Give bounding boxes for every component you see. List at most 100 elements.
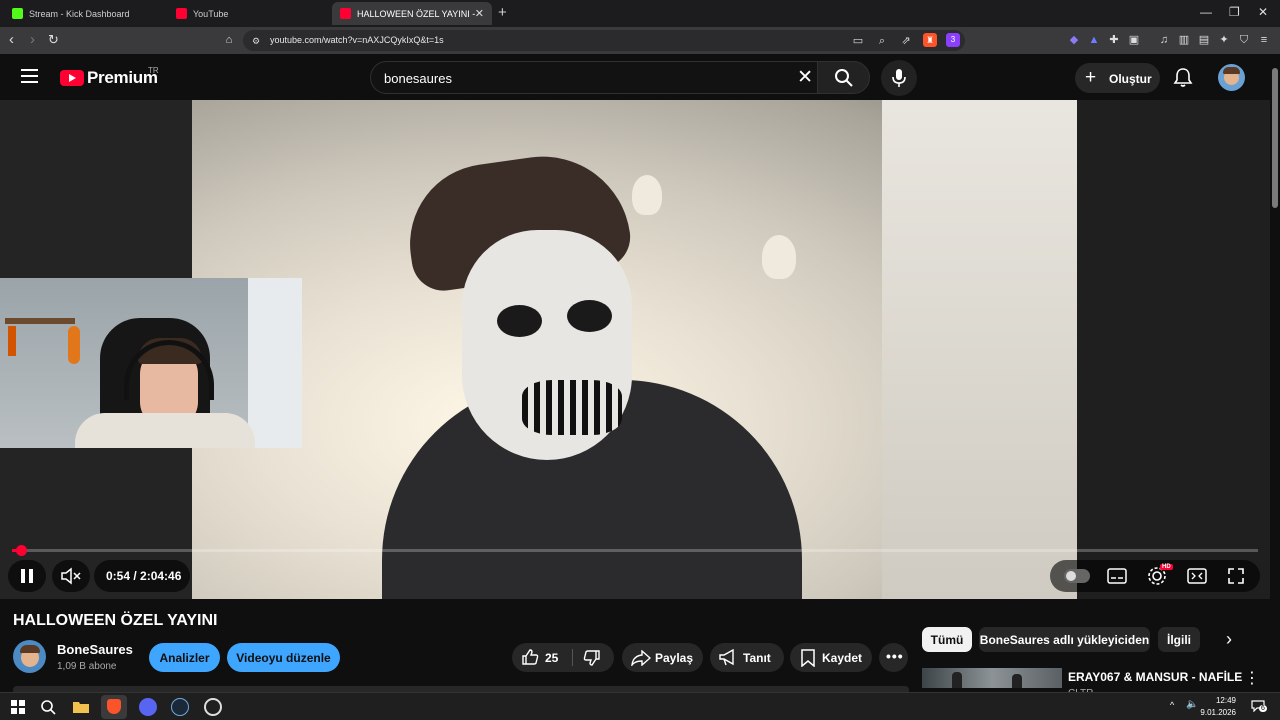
music-icon[interactable]: ♫ <box>1157 33 1171 47</box>
clock-date[interactable]: 9.01.2026 <box>1196 708 1236 717</box>
progress-bar[interactable] <box>12 545 1258 556</box>
shield-icon[interactable]: ⛉ <box>1237 33 1251 47</box>
url-text: youtube.com/watch?v=nAXJCQykIxQ&t=1s <box>270 35 444 45</box>
obs-icon[interactable] <box>204 698 222 716</box>
pause-icon <box>21 569 33 583</box>
pause-button[interactable] <box>8 560 46 592</box>
page-scrollbar[interactable] <box>1270 54 1280 686</box>
sidebar-icon[interactable]: ▥ <box>1177 33 1191 47</box>
more-vertical-icon[interactable]: ⋮ <box>1244 668 1260 688</box>
scrollbar-thumb[interactable] <box>1272 68 1278 208</box>
dislike-button[interactable] <box>573 643 614 672</box>
minimize-button[interactable]: — <box>1200 5 1212 19</box>
chip-all[interactable]: Tümü <box>922 627 972 652</box>
steam-icon[interactable] <box>171 698 189 716</box>
close-tab-icon[interactable]: ✕ <box>475 7 484 20</box>
video-title: HALLOWEEN ÖZEL YAYINI <box>13 612 218 629</box>
clear-search-icon[interactable]: ✕ <box>797 66 813 89</box>
more-horizontal-icon: ••• <box>886 648 904 664</box>
vpn-icon[interactable]: ◆ <box>1067 33 1081 47</box>
like-dislike-group: 25 <box>512 643 614 672</box>
chip-from-uploader[interactable]: BoneSaures adlı yükleyiciden <box>979 627 1150 652</box>
subscriber-count: 1,09 B abone <box>57 661 117 672</box>
wallet-icon[interactable]: ▲ <box>1087 33 1101 47</box>
more-actions-button[interactable]: ••• <box>879 643 908 672</box>
clock-time[interactable]: 12:49 <box>1204 696 1236 705</box>
channel-name[interactable]: BoneSaures <box>57 642 133 657</box>
chevron-right-icon[interactable]: › <box>1226 629 1232 650</box>
site-info-icon[interactable]: ⚙ <box>249 34 263 48</box>
wallet-card-icon[interactable]: ▤ <box>1197 33 1211 47</box>
recommendation-thumbnail[interactable] <box>922 668 1062 688</box>
share-button[interactable]: Paylaş <box>622 643 703 672</box>
hd-badge: HD <box>1160 564 1173 570</box>
autoplay-toggle[interactable] <box>1064 569 1090 583</box>
hamburger-menu-icon[interactable] <box>21 69 38 83</box>
windows-start-icon[interactable] <box>9 698 27 716</box>
brave-rewards-icon[interactable]: 3 <box>946 33 960 47</box>
discord-icon[interactable] <box>139 698 157 716</box>
windows-taskbar: ^ 🔈 12:49 9.01.2026 6 <box>0 692 1280 720</box>
progress-scrubber[interactable] <box>15 545 27 556</box>
reload-button[interactable]: ↻ <box>48 32 59 48</box>
new-tab-button[interactable]: + <box>498 4 507 21</box>
brave-shields-icon[interactable]: ♜ <box>923 33 937 47</box>
save-button[interactable]: Kaydet <box>790 643 872 672</box>
create-button[interactable]: + Oluştur <box>1075 63 1160 93</box>
thumbs-up-icon <box>522 649 539 665</box>
voice-search-button[interactable] <box>881 60 917 96</box>
back-button[interactable]: ‹ <box>9 31 14 48</box>
volume-muted-icon <box>61 567 81 585</box>
tab-label: YouTube <box>193 8 229 19</box>
tray-chevron-up-icon[interactable]: ^ <box>1170 700 1174 710</box>
save-label: Kaydet <box>822 651 863 665</box>
subtitles-icon[interactable] <box>1107 568 1127 584</box>
edit-video-button[interactable]: Videoyu düzenle <box>227 643 340 672</box>
fullscreen-icon[interactable] <box>1227 567 1245 585</box>
notification-center-button[interactable]: 6 <box>1251 699 1267 713</box>
theater-mode-icon[interactable] <box>1187 568 1207 584</box>
zoom-icon[interactable]: ⌕ <box>875 34 889 48</box>
leo-ai-icon[interactable]: ✦ <box>1217 33 1231 47</box>
recommendation-title[interactable]: ERAY067 & MANSUR - NAFİLE <box>1068 670 1242 684</box>
like-button[interactable]: 25 <box>512 643 572 672</box>
create-label: Oluştur <box>1109 72 1152 86</box>
notifications-bell-icon[interactable] <box>1172 66 1194 88</box>
tab-halloween-video[interactable]: HALLOWEEN ÖZEL YAYINI - You ✕ <box>332 2 492 25</box>
youtube-logo-icon[interactable] <box>60 70 84 86</box>
search-icon[interactable] <box>39 698 57 716</box>
share-icon[interactable]: ⇗ <box>899 34 913 48</box>
youtube-icon <box>340 8 351 19</box>
forward-button[interactable]: › <box>30 31 35 48</box>
time-text: 0:54 / 2:04:46 <box>106 569 182 583</box>
tab-kick-dashboard[interactable]: Stream - Kick Dashboard <box>4 2 164 25</box>
file-explorer-icon[interactable] <box>72 698 90 716</box>
tab-youtube[interactable]: YouTube <box>168 2 328 25</box>
restore-button[interactable]: ❐ <box>1229 5 1240 19</box>
address-bar[interactable]: ⚙ youtube.com/watch?v=nAXJCQykIxQ&t=1s ▭… <box>243 30 965 51</box>
video-frame <box>192 100 1077 599</box>
search-icon <box>835 69 853 87</box>
cast-icon[interactable]: ▭ <box>851 34 865 48</box>
bookmark-save-icon <box>801 649 815 667</box>
analytics-button[interactable]: Analizler <box>149 643 220 672</box>
search-input[interactable]: bonesaures ✕ <box>370 61 817 94</box>
search-value: bonesaures <box>384 71 452 86</box>
account-avatar[interactable] <box>1218 64 1245 91</box>
screenshot-icon[interactable]: ▣ <box>1127 33 1141 47</box>
mute-button[interactable] <box>52 560 90 592</box>
brave-taskbar-button[interactable] <box>101 695 127 719</box>
share-label: Paylaş <box>655 651 694 665</box>
extensions-icon[interactable]: ✚ <box>1107 33 1121 47</box>
chip-related[interactable]: İlgili <box>1158 627 1200 652</box>
channel-avatar[interactable] <box>13 640 46 673</box>
plus-icon: + <box>1085 67 1097 88</box>
bookmark-icon[interactable]: ⌂ <box>222 33 236 47</box>
close-window-button[interactable]: ✕ <box>1258 5 1268 19</box>
notification-count: 6 <box>1259 705 1267 712</box>
video-player[interactable]: 0:54 / 2:04:46 HD <box>0 100 1270 599</box>
browser-toolbar: ‹ › ↻ ⌂ ⚙ youtube.com/watch?v=nAXJCQykIx… <box>0 27 1280 54</box>
menu-icon[interactable]: ≡ <box>1257 33 1271 47</box>
search-button[interactable] <box>817 61 870 94</box>
promote-button[interactable]: Tanıt <box>710 643 784 672</box>
